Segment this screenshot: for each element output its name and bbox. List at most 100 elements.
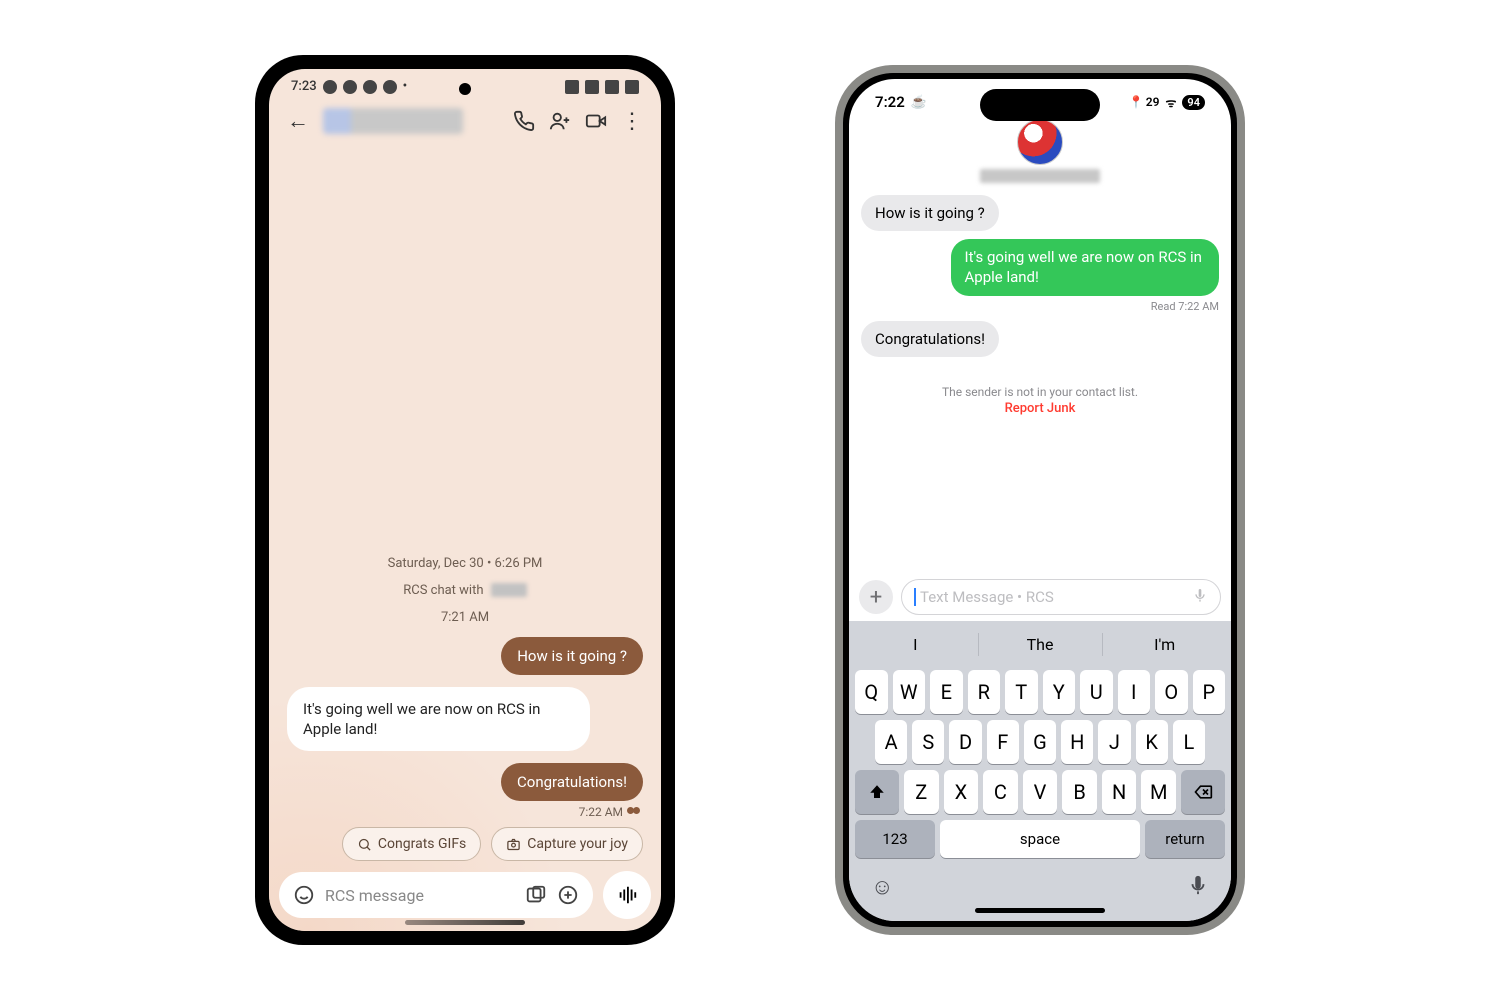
android-phone-frame: 7:23 • ← [255, 55, 675, 945]
audio-bars-icon [616, 884, 638, 906]
battery-badge: 94 [1182, 95, 1205, 110]
message-input[interactable]: RCS message [279, 872, 593, 918]
key[interactable]: Y [1043, 670, 1076, 714]
android-compose-bar: RCS message [269, 871, 661, 931]
unknown-sender-warning: The sender is not in your contact list. [861, 385, 1219, 399]
suggestion-chip-capture[interactable]: Capture your joy [491, 827, 643, 861]
plus-icon[interactable] [557, 884, 579, 906]
iphone-conversation[interactable]: How is it going ? It's going well we are… [849, 183, 1231, 573]
facebook-icon [383, 80, 397, 94]
outgoing-message[interactable]: It's going well we are now on RCS in App… [951, 239, 1220, 296]
key[interactable]: N [1102, 770, 1137, 814]
keyboard-row-bottom: 123 space return [855, 820, 1225, 858]
rcs-chat-label: RCS chat with [287, 583, 643, 598]
key[interactable]: S [912, 720, 944, 764]
message-input[interactable]: Text Message • RCS [901, 579, 1221, 615]
message-placeholder: RCS message [325, 886, 515, 905]
suggestion-chip-gifs[interactable]: Congrats GIFs [342, 827, 481, 861]
key[interactable]: L [1173, 720, 1205, 764]
key[interactable]: I [1118, 670, 1151, 714]
backspace-key[interactable] [1181, 770, 1225, 814]
more-dot: • [403, 79, 408, 94]
add-attachment-button[interactable]: + [859, 580, 893, 614]
emoji-icon[interactable] [293, 884, 315, 906]
key[interactable]: W [893, 670, 926, 714]
signal-icon [605, 80, 619, 94]
dictation-icon[interactable] [1192, 587, 1208, 607]
return-key[interactable]: return [1145, 820, 1225, 858]
keyboard-row-1: Q W E R T Y U I O P [855, 670, 1225, 714]
call-button[interactable] [513, 110, 535, 132]
keyboard-row-2: A S D F G H J K L [855, 720, 1225, 764]
key[interactable]: P [1193, 670, 1226, 714]
read-receipt: 7:22 AM [579, 805, 643, 819]
key[interactable]: R [968, 670, 1001, 714]
battery-icon [625, 80, 639, 94]
keyboard-footer: ☺ [853, 864, 1227, 906]
more-options-button[interactable]: ⋮ [621, 110, 643, 132]
shift-key[interactable] [855, 770, 899, 814]
emoji-keyboard-button[interactable]: ☺ [871, 874, 893, 902]
location-count: 29 [1146, 95, 1160, 109]
key[interactable]: A [875, 720, 907, 764]
message-placeholder: Text Message • RCS [920, 588, 1054, 606]
key[interactable]: O [1155, 670, 1188, 714]
key[interactable]: X [944, 770, 979, 814]
outgoing-message[interactable]: Congratulations! [501, 763, 643, 801]
keyboard-suggestions: I The I'm [853, 625, 1227, 664]
suggestion[interactable]: The [978, 625, 1103, 664]
voice-message-button[interactable] [603, 871, 651, 919]
home-indicator[interactable] [975, 908, 1105, 913]
wifi-icon: ᯤ [1165, 94, 1176, 111]
key[interactable]: V [1023, 770, 1058, 814]
key[interactable]: E [930, 670, 963, 714]
key[interactable]: B [1062, 770, 1097, 814]
iphone-compose-bar: + Text Message • RCS [849, 573, 1231, 621]
read-receipt: Read 7:22 AM [1151, 300, 1219, 313]
video-call-button[interactable] [585, 110, 607, 132]
iphone-screen: 7:22 ☕ 📍 29 ᯤ 94 How is it going ? It's … [849, 79, 1231, 921]
contact-name-redacted[interactable] [323, 108, 463, 134]
report-junk-link[interactable]: Report Junk [861, 401, 1219, 416]
ios-keyboard: I The I'm Q W E R T Y U I O P A S D F [849, 621, 1231, 921]
back-button[interactable]: ← [287, 108, 309, 134]
android-conversation[interactable]: Saturday, Dec 30 • 6:26 PM RCS chat with… [269, 144, 661, 871]
incoming-message[interactable]: How is it going ? [861, 195, 999, 231]
gallery-icon[interactable] [525, 884, 547, 906]
outgoing-message[interactable]: How is it going ? [501, 637, 643, 675]
double-check-icon [627, 807, 643, 817]
suggestion[interactable]: I'm [1102, 625, 1227, 664]
key[interactable]: F [987, 720, 1019, 764]
incoming-message[interactable]: Congratulations! [861, 321, 999, 357]
key[interactable]: K [1136, 720, 1168, 764]
key[interactable]: U [1080, 670, 1113, 714]
dictation-button[interactable] [1187, 874, 1209, 902]
numbers-key[interactable]: 123 [855, 820, 935, 858]
camera-icon [506, 837, 521, 852]
key[interactable]: T [1005, 670, 1038, 714]
key[interactable]: Z [904, 770, 939, 814]
key[interactable]: C [983, 770, 1018, 814]
key[interactable]: J [1098, 720, 1130, 764]
dynamic-island [980, 89, 1100, 121]
contact-header[interactable] [849, 119, 1231, 183]
space-key[interactable]: space [940, 820, 1140, 858]
key[interactable]: M [1141, 770, 1176, 814]
key[interactable]: H [1061, 720, 1093, 764]
android-status-bar: 7:23 • [269, 69, 661, 98]
vibrate-icon [565, 80, 579, 94]
contact-avatar[interactable] [1017, 119, 1063, 165]
search-icon [357, 837, 372, 852]
suggestion[interactable]: I [853, 625, 978, 664]
key[interactable]: G [1024, 720, 1056, 764]
key[interactable]: D [949, 720, 981, 764]
android-screen: 7:23 • ← [269, 69, 661, 931]
time-header: 7:21 AM [287, 610, 643, 625]
wifi-icon [585, 80, 599, 94]
key[interactable]: Q [855, 670, 888, 714]
incoming-message[interactable]: It's going well we are now on RCS in App… [287, 687, 590, 752]
add-person-button[interactable] [549, 110, 571, 132]
contact-name-redacted-small [491, 583, 527, 597]
facebook-icon [363, 80, 377, 94]
status-time: 7:22 [875, 93, 905, 111]
